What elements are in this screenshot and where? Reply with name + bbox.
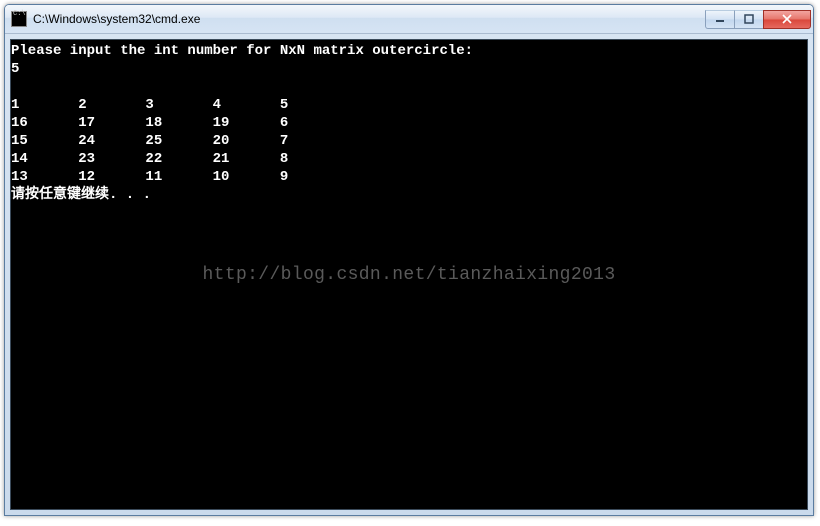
matrix-row: 15 24 25 20 7 (11, 133, 288, 149)
window-controls (706, 10, 811, 29)
cmd-icon (11, 11, 27, 27)
input-value: 5 (11, 61, 19, 77)
matrix-row: 14 23 22 21 8 (11, 151, 288, 167)
close-icon (781, 14, 793, 24)
minimize-button[interactable] (705, 10, 735, 29)
watermark-text: http://blog.csdn.net/tianzhaixing2013 (203, 266, 616, 284)
console-output: Please input the int number for NxN matr… (11, 40, 807, 204)
matrix-row: 16 17 18 19 6 (11, 115, 288, 131)
maximize-icon (744, 14, 754, 24)
matrix-row: 1 2 3 4 5 (11, 97, 288, 113)
continue-line: 请按任意键继续. . . (11, 187, 151, 203)
window-title: C:\Windows\system32\cmd.exe (33, 12, 706, 26)
title-bar[interactable]: C:\Windows\system32\cmd.exe (5, 5, 813, 34)
maximize-button[interactable] (734, 10, 764, 29)
console-frame: Please input the int number for NxN matr… (5, 34, 813, 515)
window-frame: C:\Windows\system32\cmd.exe Please input… (4, 4, 814, 516)
close-button[interactable] (763, 10, 811, 29)
minimize-icon (715, 14, 725, 24)
console-area[interactable]: Please input the int number for NxN matr… (10, 39, 808, 510)
prompt-line: Please input the int number for NxN matr… (11, 43, 473, 59)
matrix-row: 13 12 11 10 9 (11, 169, 288, 185)
